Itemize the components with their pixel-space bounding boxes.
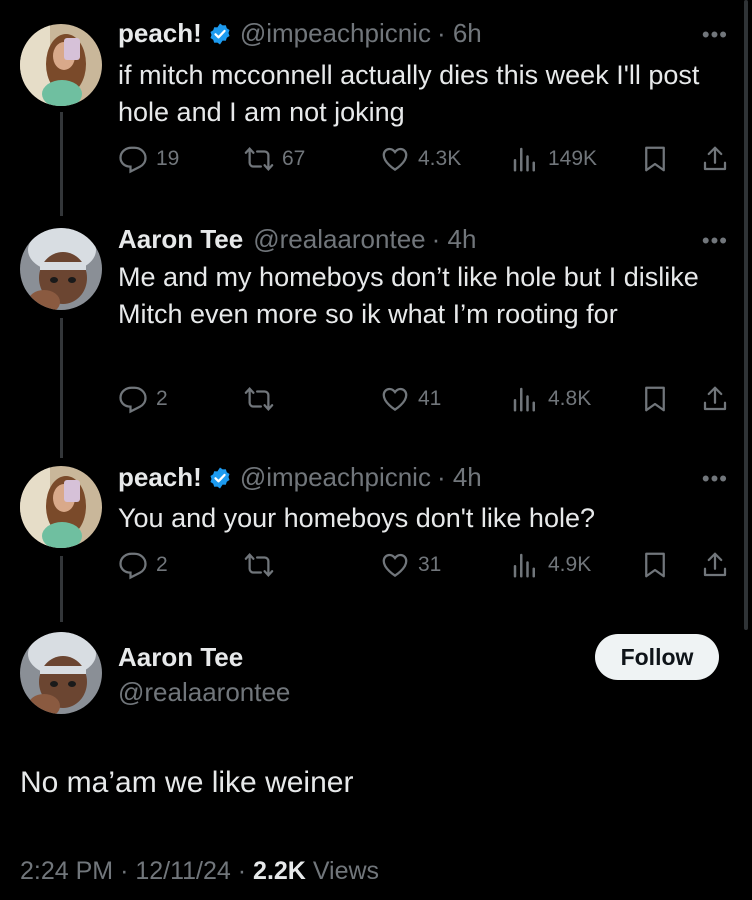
views-button[interactable]: 149K <box>510 144 597 174</box>
timestamp[interactable]: · 4h <box>437 462 482 493</box>
timestamp[interactable]: · 4h <box>432 224 477 255</box>
share-icon <box>703 146 727 171</box>
reply-icon <box>119 146 147 174</box>
bookmark-icon <box>645 146 665 172</box>
author-name[interactable]: peach! <box>118 18 202 49</box>
thread-line <box>60 318 63 458</box>
views-button[interactable]: 4.8K <box>510 384 591 414</box>
like-count: 41 <box>418 387 442 410</box>
avatar[interactable] <box>20 466 102 548</box>
more-icon[interactable]: ••• <box>702 466 728 492</box>
reply-count: 2 <box>156 553 168 576</box>
tweet-text: Me and my homeboys don’t like hole but I… <box>118 262 699 329</box>
author-handle[interactable]: @impeachpicnic <box>240 462 431 493</box>
bookmark-button[interactable] <box>640 144 678 174</box>
tweet-actions: 2 41 4.8K <box>118 384 730 416</box>
bookmark-button[interactable] <box>640 550 678 580</box>
heart-icon <box>382 147 408 171</box>
retweet-icon <box>244 552 274 578</box>
avatar[interactable] <box>20 228 102 310</box>
post-time[interactable]: 2:24 PM <box>20 857 113 885</box>
share-button[interactable] <box>700 144 738 174</box>
views-count: 4.9K <box>548 553 592 576</box>
reply-button[interactable]: 19 <box>118 144 179 174</box>
like-button[interactable]: 41 <box>380 384 441 414</box>
retweet-icon <box>244 386 274 412</box>
views-count: 2.2K <box>253 857 306 885</box>
like-button[interactable]: 4.3K <box>380 144 461 174</box>
more-icon[interactable]: ••• <box>702 228 728 254</box>
heart-icon <box>382 553 408 577</box>
more-icon[interactable]: ••• <box>702 22 728 48</box>
retweet-count: 67 <box>282 147 306 170</box>
views-count: 149K <box>548 147 598 170</box>
avatar[interactable] <box>20 24 102 106</box>
bookmark-icon <box>645 552 665 578</box>
tweet-header: peach! @impeachpicnic · 6h <box>118 18 482 49</box>
views-label: Views <box>312 857 380 885</box>
reply-button[interactable]: 2 <box>118 384 168 414</box>
thread-line <box>60 112 63 216</box>
separator: · <box>120 857 136 885</box>
views-count: 4.8K <box>548 387 592 410</box>
tweet-actions: 19 67 4.3K 149K <box>118 144 730 176</box>
like-count: 31 <box>418 553 442 576</box>
tweet-meta: 2:24 PM · 12/11/24 · 2.2K Views <box>20 857 379 886</box>
tweet-text: if mitch mcconnell actually dies this we… <box>118 60 700 127</box>
retweet-button[interactable]: 67 <box>244 144 305 174</box>
tweet-actions: 2 31 4.9K <box>118 550 730 582</box>
verified-badge-icon <box>208 22 232 46</box>
bookmark-button[interactable] <box>640 384 678 414</box>
timestamp[interactable]: · 6h <box>437 18 482 49</box>
follow-button[interactable]: Follow <box>595 634 719 680</box>
like-count: 4.3K <box>418 147 462 170</box>
heart-icon <box>382 387 408 411</box>
reply-icon <box>119 386 147 414</box>
analytics-icon <box>513 147 535 172</box>
share-icon <box>703 386 727 411</box>
author-name[interactable]: Aaron Tee <box>118 224 243 255</box>
author-handle[interactable]: @impeachpicnic <box>240 18 431 49</box>
share-icon <box>703 552 727 577</box>
author-name[interactable]: peach! <box>118 462 202 493</box>
tweet-text: You and your homeboys don't like hole? <box>118 503 595 533</box>
retweet-icon <box>244 146 274 172</box>
author-name[interactable]: Aaron Tee <box>118 642 243 673</box>
tweet-text: No ma’am we like weiner <box>20 766 354 799</box>
like-button[interactable]: 31 <box>380 550 441 580</box>
author-handle[interactable]: @realaarontee <box>118 677 290 708</box>
retweet-button[interactable] <box>244 384 282 414</box>
reply-icon <box>119 552 147 580</box>
reply-count: 19 <box>156 147 180 170</box>
reply-button[interactable]: 2 <box>118 550 168 580</box>
retweet-button[interactable] <box>244 550 282 580</box>
post-date[interactable]: 12/11/24 <box>135 857 230 885</box>
share-button[interactable] <box>700 550 738 580</box>
avatar[interactable] <box>20 632 102 714</box>
scrollbar[interactable] <box>744 0 748 630</box>
analytics-icon <box>513 553 535 578</box>
reply-count: 2 <box>156 387 168 410</box>
bookmark-icon <box>645 386 665 412</box>
views-button[interactable]: 4.9K <box>510 550 591 580</box>
share-button[interactable] <box>700 384 738 414</box>
author-handle[interactable]: @realaarontee <box>253 224 425 255</box>
separator: · <box>237 857 254 885</box>
tweet-header: Aaron Tee @realaarontee · 4h <box>118 224 476 255</box>
tweet-header: peach! @impeachpicnic · 4h <box>118 462 482 493</box>
analytics-icon <box>513 387 535 412</box>
verified-badge-icon <box>208 466 232 490</box>
thread-line <box>60 556 63 622</box>
